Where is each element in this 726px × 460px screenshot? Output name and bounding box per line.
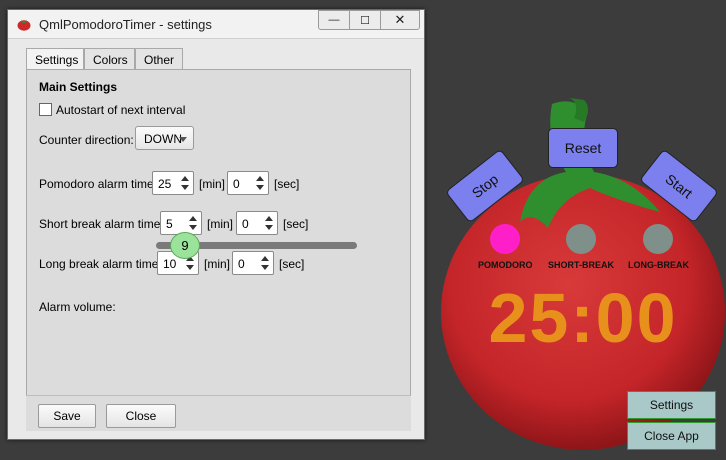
reset-button[interactable]: Reset: [548, 128, 618, 168]
close-app-button[interactable]: Close App: [627, 422, 716, 450]
long-break-mode-label: LONG-BREAK: [628, 260, 689, 270]
settings-button[interactable]: Settings: [627, 391, 716, 419]
long-break-indicator: [643, 224, 673, 254]
pomodoro-indicator: [490, 224, 520, 254]
short-break-indicator: [566, 224, 596, 254]
tomato-graphic: [441, 98, 725, 450]
timer-display: 25:00: [488, 279, 678, 357]
pomodoro-mode-label: POMODORO: [478, 260, 533, 270]
short-break-mode-label: SHORT-BREAK: [548, 260, 615, 270]
